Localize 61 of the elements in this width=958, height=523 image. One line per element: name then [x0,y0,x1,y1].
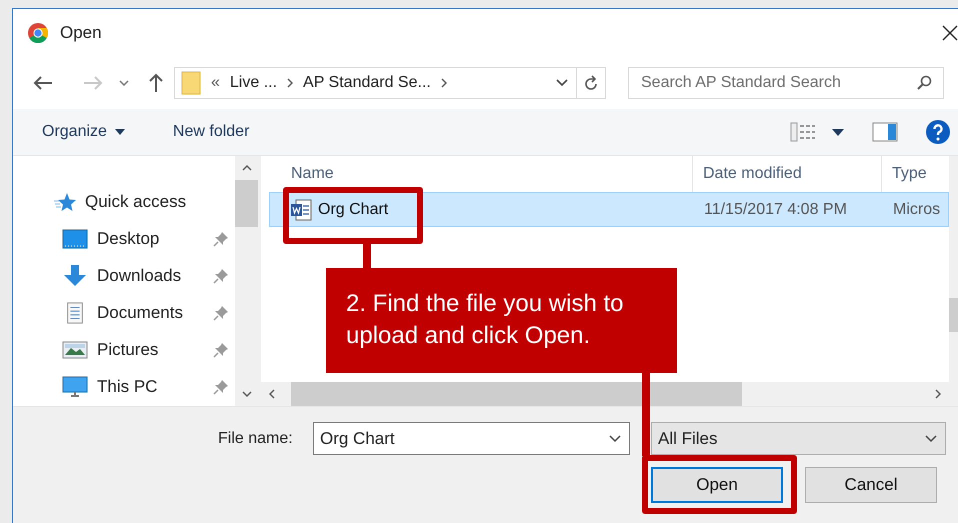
overflow-marker[interactable]: « [211,74,220,92]
dropdown-icon[interactable] [556,79,568,87]
sidebar-item[interactable]: Desktop [97,228,213,248]
dropdown-icon[interactable] [925,434,937,442]
sidebar-item[interactable]: Quick access [85,192,235,212]
pin-icon[interactable] [213,268,229,284]
word-document-icon [290,198,312,220]
help-icon[interactable] [926,120,950,144]
star-icon [54,192,76,212]
file-type-dropdown[interactable]: All Files [651,422,946,455]
file-name: Org Chart [318,200,388,218]
scroll-left-icon[interactable] [269,389,275,399]
caret-icon[interactable] [832,128,844,136]
search-field[interactable]: Search AP Standard Search [628,67,944,99]
pin-icon[interactable] [213,342,229,358]
browser-icon [28,23,48,43]
scroll-right-icon[interactable] [935,389,941,399]
up-icon[interactable] [148,73,164,93]
sidebar-item[interactable]: Pictures [97,340,213,360]
scrollbar[interactable] [949,156,958,406]
dropdown-icon[interactable] [609,434,621,442]
pictures-icon [62,338,88,360]
type-cell-text: Micros [892,200,942,218]
breadcrumb[interactable]: AP Standard Se... [303,74,431,92]
scroll-thumb[interactable] [949,298,958,332]
file-row[interactable]: Org Chart 11/15/2017 4:08 PM Micros [269,192,949,227]
window-title: Open [60,23,103,43]
refresh-icon[interactable] [583,75,599,91]
sidebar-item[interactable]: Downloads [97,266,213,286]
scroll-thumb[interactable] [291,382,742,406]
toolbar-button[interactable]: Organize [31,119,136,145]
scroll-thumb[interactable] [235,180,258,227]
close-icon[interactable] [942,25,958,41]
sidebar-item[interactable]: Documents [97,302,213,322]
breadcrumb[interactable]: Live ... [230,74,278,92]
instruction-callout: 2. Find the file you wish to upload and click Open. [326,268,677,373]
computer-icon [62,376,88,398]
toolbar-button[interactable]: New folder [162,119,260,145]
file-name-field[interactable]: Org Chart [313,422,630,455]
scrollbar[interactable] [235,156,258,406]
scroll-down-icon[interactable] [242,391,252,397]
sidebar-item[interactable]: This PC [97,376,213,396]
recent-chevron-icon[interactable] [119,80,129,86]
pin-icon[interactable] [213,230,229,246]
address-bar[interactable]: « Live ... AP Standard Se... [174,67,606,99]
preview-pane-icon[interactable] [872,122,898,142]
pin-icon[interactable] [213,304,229,320]
chevron-icon[interactable] [287,78,294,88]
column-header[interactable]: Name [269,156,692,192]
file-name-label: File name: [218,430,294,448]
download-icon [62,264,88,286]
pin-icon[interactable] [213,378,229,394]
dialog-button[interactable]: Open [651,467,784,503]
view-options-icon[interactable] [790,122,816,142]
chevron-icon[interactable] [440,78,447,88]
desktop-icon [62,228,88,250]
folder-icon [181,71,201,95]
date-cell-text: 11/15/2017 4:08 PM [703,200,848,218]
scroll-up-icon[interactable] [242,165,252,171]
dialog-button[interactable]: Cancel [805,467,937,503]
back-icon[interactable] [33,75,53,91]
